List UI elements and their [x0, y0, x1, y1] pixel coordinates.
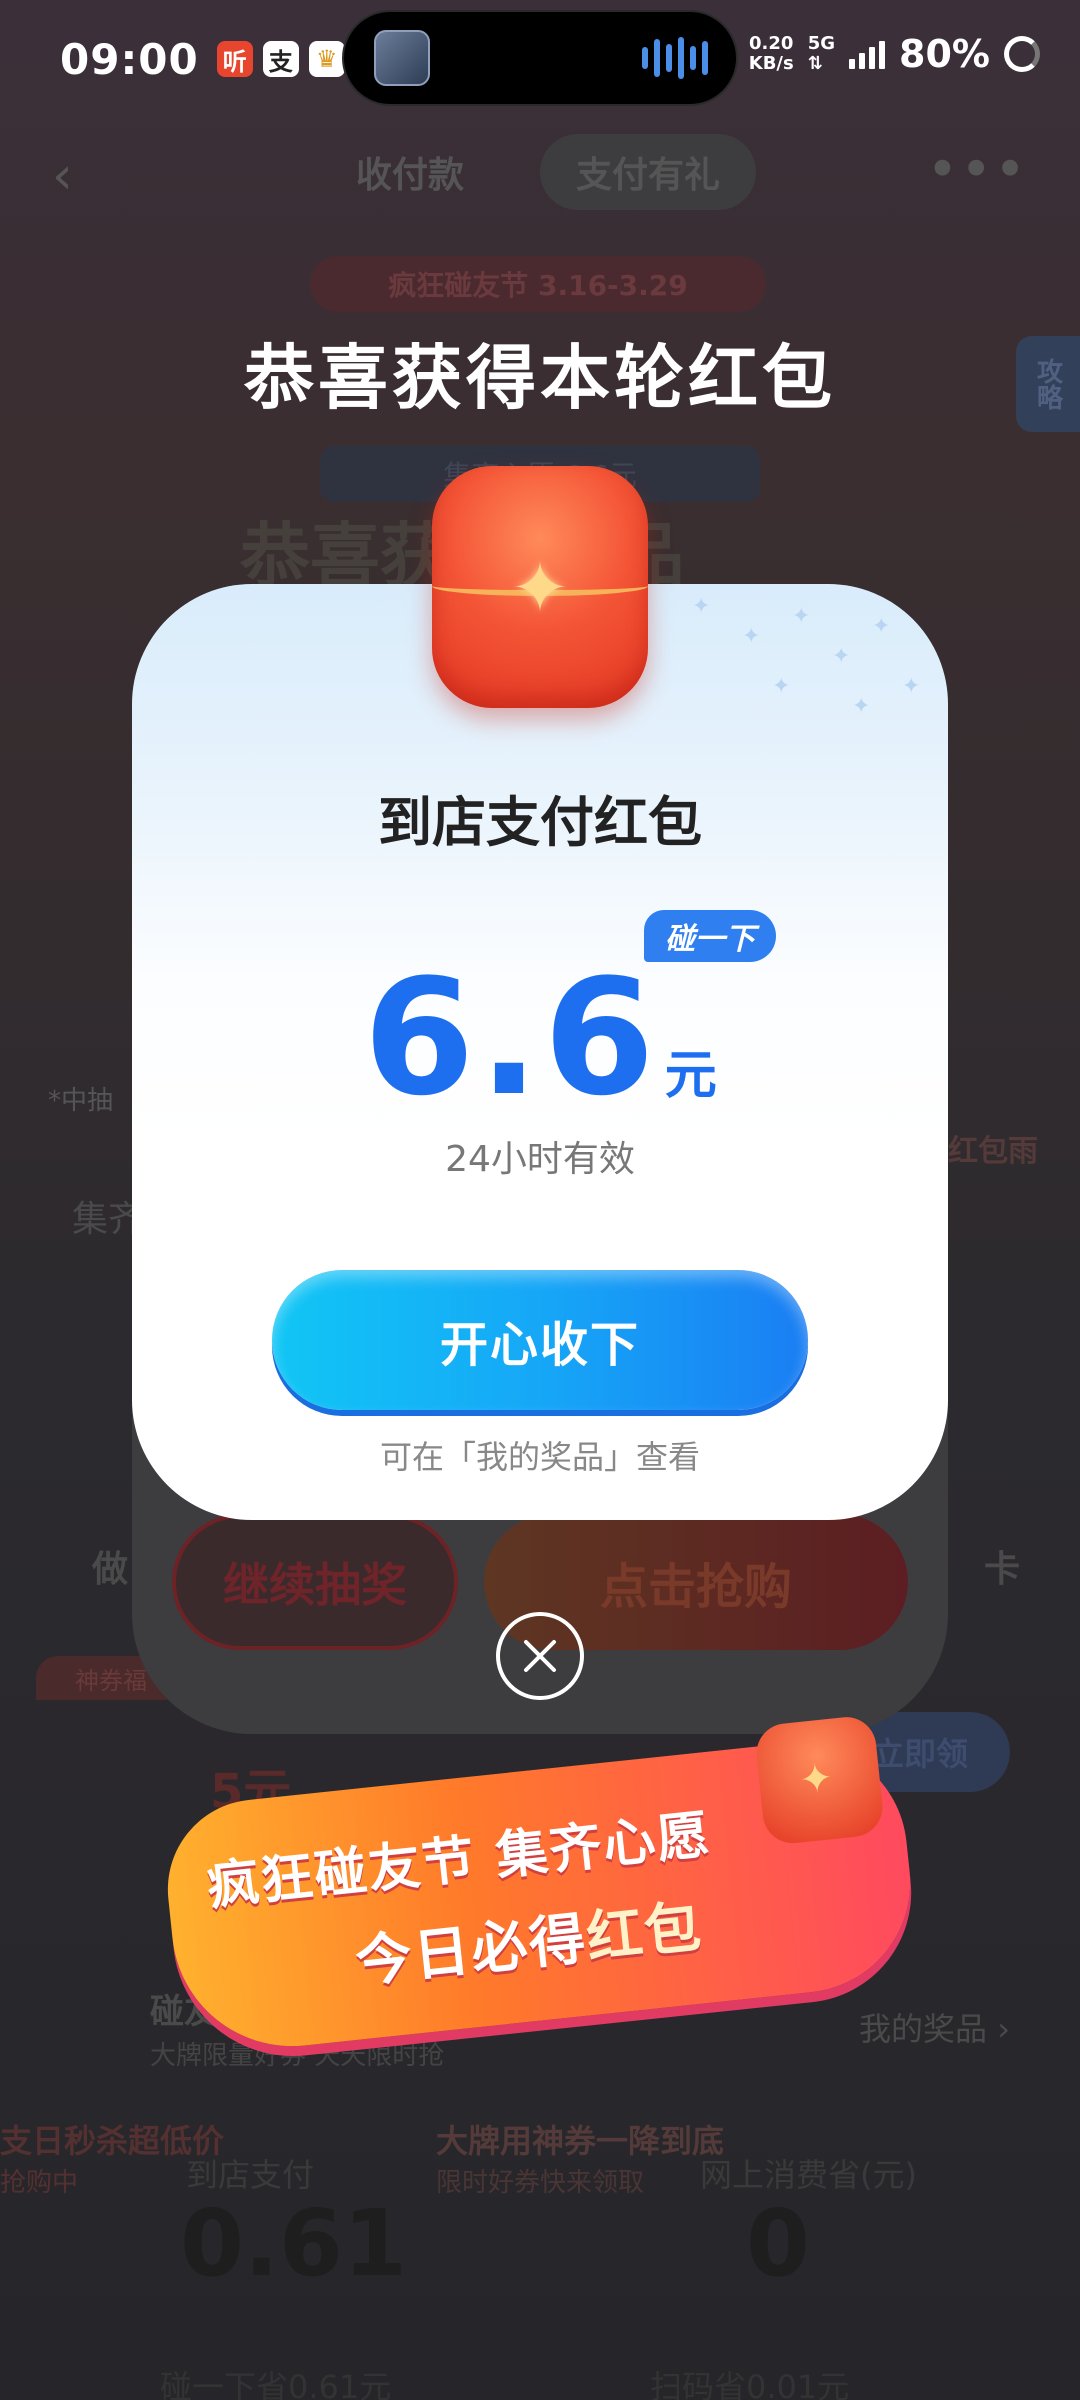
banner-line-2-highlight: 红包 [583, 1894, 706, 1972]
online-save-amount[interactable]: 0 [746, 2190, 810, 2297]
my-prizes-link[interactable]: 我的奖品 › [859, 2004, 1010, 2050]
network-speed-value: 0.20 [749, 33, 794, 54]
audio-wave-icon [642, 37, 708, 79]
listen-app-icon: 听 [216, 41, 253, 77]
scan-save-label: 扫码省0.01元 [650, 2368, 850, 2400]
status-bar: 09:00 听 支 ♛ 0.20 KB/s 5G ⇅ 80% [0, 0, 1080, 118]
signal-icon [849, 39, 886, 69]
network-speed: 0.20 KB/s [749, 34, 794, 74]
network-speed-unit: KB/s [748, 53, 794, 74]
status-right: 0.20 KB/s 5G ⇅ 80% [749, 32, 1040, 76]
card-side-label: 卡 [983, 1549, 1020, 1590]
festival-tag: 疯狂碰友节 3.16-3.29 [310, 256, 766, 312]
media-thumbnail [374, 30, 430, 86]
back-arrow-icon[interactable]: ‹ [52, 146, 73, 206]
data-arrows-icon: ⇅ [807, 53, 823, 74]
banner-envelope-icon [753, 1714, 886, 1847]
red-rain-label[interactable]: 红包雨 [948, 1126, 1038, 1170]
store-pay-amount[interactable]: 0.61 [180, 2190, 407, 2297]
battery-level: 80% [899, 32, 990, 76]
dynamic-island[interactable] [342, 10, 738, 106]
envelope-star-icon: ✦ [510, 547, 570, 629]
close-icon [524, 1640, 556, 1672]
page-header: ‹ 收付款 支付有礼 ••• [0, 128, 1080, 218]
alipay-app-icon: 支 [262, 41, 299, 77]
tab-pay-receive[interactable]: 收付款 [300, 134, 520, 210]
network-type: 5G ⇅ [808, 34, 835, 74]
coupon-promo[interactable]: 大牌用神券一降到底 限时好券快来领取 [436, 2120, 724, 2204]
sparkle-icon: ✦ [832, 644, 851, 669]
sparkle-icon: ✦ [742, 624, 761, 649]
tab-pay-rewards[interactable]: 支付有礼 [540, 134, 756, 210]
crown-app-icon: ♛ [308, 41, 345, 77]
notification-icons: 听 支 ♛ [216, 41, 345, 77]
reward-amount-unit: 元 [664, 1046, 717, 1106]
validity-text: 24小时有效 [445, 1139, 635, 1180]
reward-amount: 6.6 元 [132, 944, 948, 1131]
check-prizes-hint: 可在「我的奖品」查看 [379, 1438, 700, 1476]
sparkle-icon: ✦ [792, 604, 811, 629]
coupon-promo-title: 大牌用神券一降到底 [436, 2122, 725, 2160]
more-options-icon[interactable]: ••• [926, 138, 1028, 201]
reward-amount-value: 6.6 [363, 944, 659, 1131]
network-type-label: 5G [807, 33, 836, 54]
sparkle-icon: ✦ [692, 594, 711, 619]
reward-modal: ✦ ✦ ✦ ✦ ✦ ✦ ✦ ✦ 到店支付红包 碰一下 6.6 元 24小时有效 开… [132, 584, 948, 1520]
coupon-promo-subtitle: 限时好券快来领取 [436, 2168, 645, 2198]
sparkle-icon: ✦ [852, 694, 871, 719]
continue-draw-button[interactable]: 继续抽奖 [172, 1514, 458, 1650]
close-button[interactable] [496, 1612, 584, 1700]
status-time: 09:00 [60, 34, 199, 84]
task-side-label: 做 [92, 1549, 129, 1590]
battery-ring-icon [1004, 36, 1040, 72]
accept-button[interactable]: 开心收下 [272, 1270, 808, 1410]
sparkle-icon: ✦ [902, 674, 921, 699]
sparkle-icon: ✦ [772, 674, 791, 699]
modal-heading: 到店支付红包 [378, 791, 702, 854]
bump-save-label: 碰一下省0.61元 [160, 2368, 392, 2400]
red-envelope-icon: ✦ [432, 466, 648, 708]
draw-note: *中抽 [48, 1086, 114, 1116]
sparkle-icon: ✦ [872, 614, 891, 639]
congrats-title: 恭喜获得本轮红包 [244, 337, 836, 419]
